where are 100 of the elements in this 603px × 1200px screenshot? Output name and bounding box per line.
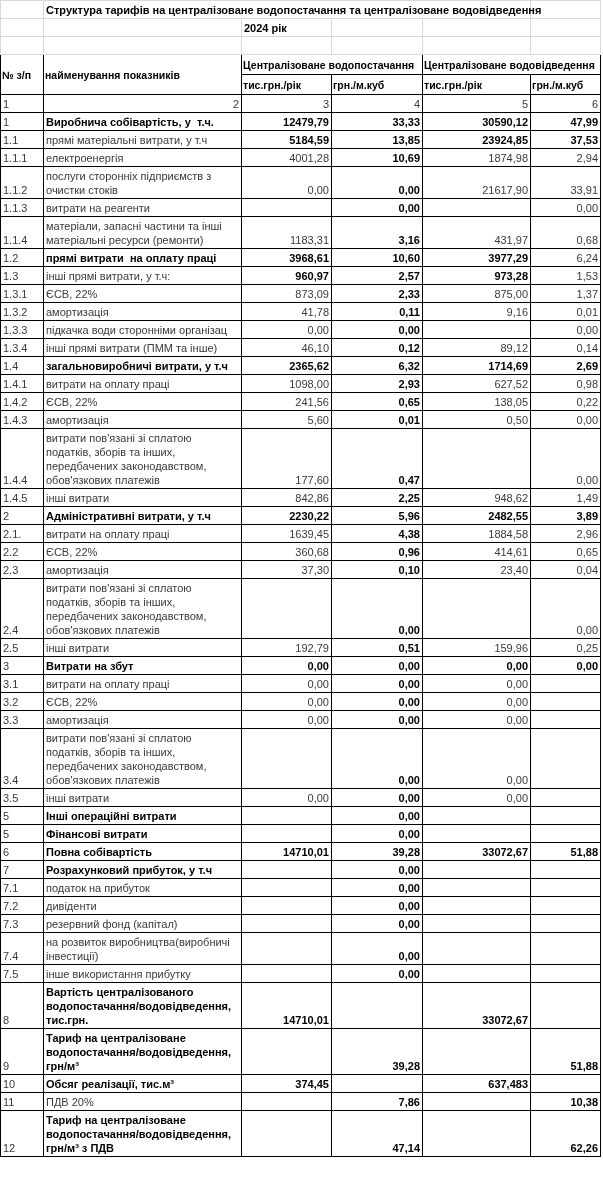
table-cell: 2230,22 — [241, 506, 332, 525]
table-cell: 3,16 — [331, 216, 423, 249]
indicator-name: ЄСВ, 22% — [43, 692, 242, 711]
table-cell: 1639,45 — [241, 524, 332, 543]
table-cell: 0,00 — [331, 674, 423, 693]
row-number: 1.1.1 — [0, 148, 44, 167]
table-cell: 374,45 — [241, 1074, 332, 1093]
table-cell: 47,14 — [331, 1110, 423, 1157]
indicator-name: амортизація — [43, 302, 242, 321]
table-cell: 0,00 — [530, 410, 601, 429]
row-number: 3.4 — [0, 728, 44, 789]
table-cell: 973,28 — [422, 266, 531, 285]
table-cell: 0,00 — [422, 674, 531, 693]
table-cell: 0,00 — [422, 710, 531, 729]
table-cell: 637,483 — [422, 1074, 531, 1093]
table-cell: 4001,28 — [241, 148, 332, 167]
table-cell: 5184,59 — [241, 130, 332, 149]
indicator-name: амортизація — [43, 410, 242, 429]
indicator-name: податок на прибуток — [43, 878, 242, 897]
table-cell: 0,10 — [331, 560, 423, 579]
table-cell: 192,79 — [241, 638, 332, 657]
indicator-name: послуги сторонніх підприємств з очистки стоків — [43, 166, 242, 199]
row-number: 2.5 — [0, 638, 44, 657]
row-number: 2.1. — [0, 524, 44, 543]
table-cell: 0,00 — [331, 728, 423, 789]
indicator-name: Фінансові витрати — [43, 824, 242, 843]
table-cell: 1098,00 — [241, 374, 332, 393]
row-number: 11 — [0, 1092, 44, 1111]
table-cell: 0,00 — [422, 656, 531, 675]
year-label: 2024 рік — [244, 21, 287, 34]
indicator-name: резервний фонд (капітал) — [43, 914, 242, 933]
indicator-name: Адміністративні витрати, у т.ч — [43, 506, 242, 525]
indicator-name: амортизація — [43, 560, 242, 579]
unit-header: тис.грн./рік — [422, 74, 531, 95]
row-number: 1.3.2 — [0, 302, 44, 321]
table-cell: 0,00 — [331, 198, 423, 217]
indicator-name: загальновиробничі витрати, у т.ч — [43, 356, 242, 375]
indicator-name: Тариф на централізоване водопостачання/водовідведення, грн/м³ з ПДВ — [43, 1110, 242, 1157]
table-cell: 0,00 — [530, 320, 601, 339]
row-number: 1.1.4 — [0, 216, 44, 249]
table-cell: 0,65 — [331, 392, 423, 411]
table-cell: 39,28 — [331, 842, 423, 861]
indicator-name: прямі витрати на оплату праці — [43, 248, 242, 267]
row-number: 3 — [0, 656, 44, 675]
row-number: 7.2 — [0, 896, 44, 915]
row-number: 1.3 — [0, 266, 44, 285]
table-cell: 0,25 — [530, 638, 601, 657]
table-cell: 6,24 — [530, 248, 601, 267]
table-cell: 0,96 — [331, 542, 423, 561]
row-number: 7.5 — [0, 964, 44, 983]
table-cell: 62,26 — [530, 1110, 601, 1157]
table-cell: 0,11 — [331, 302, 423, 321]
table-cell: 0,00 — [530, 578, 601, 639]
row-number: 1.4.4 — [0, 428, 44, 489]
row-number: 1.3.3 — [0, 320, 44, 339]
table-cell: 0,00 — [241, 166, 332, 199]
row-number: 6 — [0, 842, 44, 861]
column-number: 4 — [331, 94, 423, 113]
row-number: 7 — [0, 860, 44, 879]
table-cell: 0,00 — [331, 896, 423, 915]
table-cell: 1,37 — [530, 284, 601, 303]
table-cell: 5,60 — [241, 410, 332, 429]
table-cell: 0,00 — [331, 806, 423, 825]
column-group-header: Централізоване водопостачання — [241, 54, 423, 75]
column-number: 5 — [422, 94, 531, 113]
table-cell: 33072,67 — [422, 842, 531, 861]
table-cell: 0,00 — [331, 578, 423, 639]
row-number: 2.2 — [0, 542, 44, 561]
table-cell: 0,00 — [331, 824, 423, 843]
table-cell: 0,65 — [530, 542, 601, 561]
table-cell: 842,86 — [241, 488, 332, 507]
table-cell: 5,96 — [331, 506, 423, 525]
table-cell: 41,78 — [241, 302, 332, 321]
table-cell: 2,33 — [331, 284, 423, 303]
row-number: 2.3 — [0, 560, 44, 579]
row-number: 1.1 — [0, 130, 44, 149]
table-cell: 0,00 — [331, 788, 423, 807]
table-cell: 138,05 — [422, 392, 531, 411]
table-cell: 0,04 — [530, 560, 601, 579]
table-cell: 1884,58 — [422, 524, 531, 543]
table-cell: 0,00 — [331, 878, 423, 897]
row-number: 5 — [0, 824, 44, 843]
table-cell: 0,12 — [331, 338, 423, 357]
row-number: 1.2 — [0, 248, 44, 267]
table-cell: 1,49 — [530, 488, 601, 507]
table-cell: 1874,98 — [422, 148, 531, 167]
table-cell: 2,57 — [331, 266, 423, 285]
indicator-name: витрати пов'язані зі сплатою податків, зборів та інших, передбачених законодавством, обов'язкових платежів — [43, 578, 242, 639]
table-cell: 2,93 — [331, 374, 423, 393]
table-cell: 0,00 — [241, 692, 332, 711]
row-number: 1.1.2 — [0, 166, 44, 199]
table-cell: 948,62 — [422, 488, 531, 507]
indicator-name: інші витрати — [43, 488, 242, 507]
table-cell: 23,40 — [422, 560, 531, 579]
table-cell: 0,00 — [331, 166, 423, 199]
table-cell: 0,00 — [241, 656, 332, 675]
table-cell: 0,00 — [530, 656, 601, 675]
table-cell: 0,00 — [241, 710, 332, 729]
table-cell: 4,38 — [331, 524, 423, 543]
table-cell: 2,69 — [530, 356, 601, 375]
